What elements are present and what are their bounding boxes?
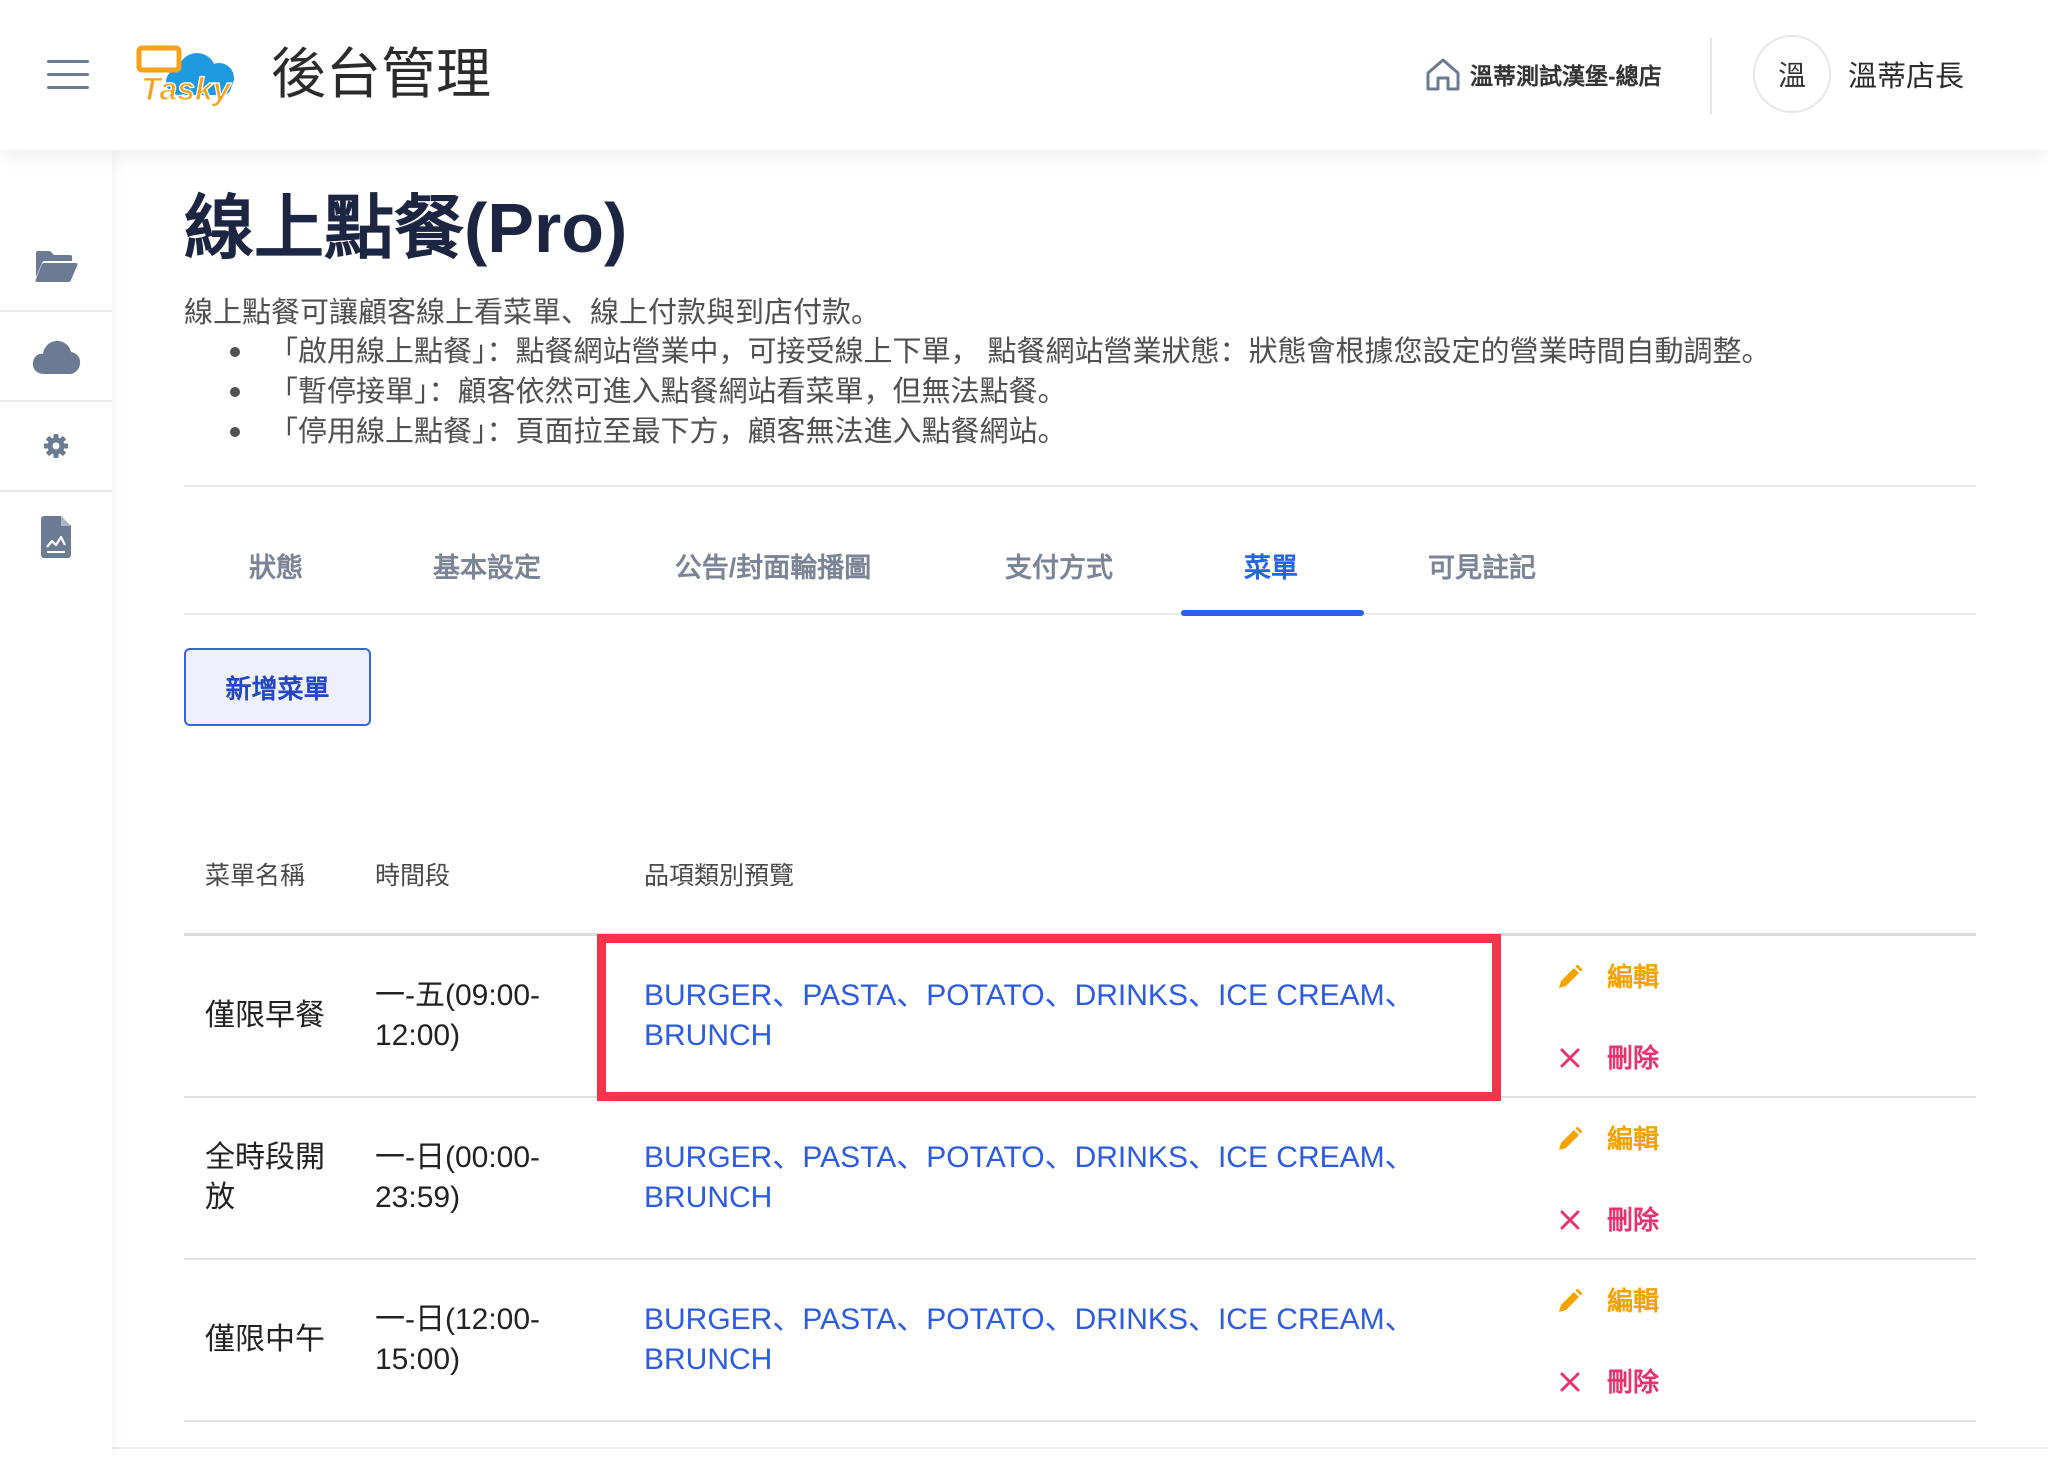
pencil-icon: [1559, 1288, 1583, 1312]
user-menu[interactable]: 溫 溫蒂店長: [1753, 35, 1964, 113]
highlight-annotation-box: [597, 934, 1501, 1101]
category-preview-links[interactable]: BURGER、PASTA、POTATO、DRINKS、ICE CREAM、BRU…: [644, 1300, 1484, 1380]
menu-name: 僅限中午: [205, 1323, 325, 1356]
category-preview-cell: BURGER、PASTA、POTATO、DRINKS、ICE CREAM、BRU…: [644, 1260, 1484, 1420]
category-preview-links[interactable]: BURGER、PASTA、POTATO、DRINKS、ICE CREAM、BRU…: [644, 1138, 1484, 1218]
close-x-icon: [1560, 1048, 1580, 1068]
header-divider: [1710, 38, 1712, 114]
time-range: 一-五(09:00- 12:00): [375, 979, 541, 1052]
tab-announcement-carousel[interactable]: 公告/封面輪播圖: [675, 551, 872, 585]
bullet-dot: [230, 347, 240, 357]
home-icon: [1426, 58, 1460, 91]
add-menu-button[interactable]: 新增菜單: [184, 648, 371, 726]
avatar-initial: 溫: [1777, 60, 1806, 91]
page-description: 線上點餐可讓顧客線上看菜單、線上付款與到店付款。: [184, 297, 881, 329]
column-header-time-range: 時間段: [375, 862, 451, 890]
store-name: 溫蒂測試漢堡-總店: [1470, 63, 1662, 89]
sidebar-item-files[interactable]: [0, 222, 112, 312]
edit-label: 編輯: [1607, 1124, 1660, 1154]
delete-label: 刪除: [1607, 1205, 1660, 1235]
menu-name-cell: 全時段開放: [205, 1098, 335, 1258]
tasky-logo[interactable]: Tasky: [135, 42, 243, 106]
tab-payment-methods[interactable]: 支付方式: [1005, 551, 1113, 585]
pencil-icon: [1559, 1126, 1583, 1150]
edit-button[interactable]: 編輯: [1556, 960, 1659, 994]
close-x-icon: [1560, 1372, 1580, 1392]
tab-bar-baseline: [184, 613, 1976, 615]
report-document-icon: [41, 516, 71, 558]
store-switcher[interactable]: 溫蒂測試漢堡-總店: [1424, 55, 1662, 93]
folder-open-icon: [35, 251, 78, 283]
column-header-category-preview: 品項類別預覽: [644, 862, 795, 890]
time-range: 一-日(00:00- 23:59): [375, 1141, 541, 1214]
time-range: 一-日(12:00- 15:00): [375, 1303, 541, 1376]
sidebar-item-reports[interactable]: [0, 492, 112, 582]
bullet-dot: [230, 427, 240, 437]
delete-label: 刪除: [1607, 1043, 1660, 1073]
avatar: 溫: [1753, 35, 1831, 113]
sidebar-item-cloud[interactable]: [0, 312, 112, 402]
menu-name-cell: 僅限中午: [205, 1260, 335, 1420]
bullet-text: 「暫停接單」：顧客依然可進入點餐網站看菜單，但無法點餐。: [269, 376, 1067, 408]
bullet-text: 「停用線上點餐」：頁面拉至最下方，顧客無法進入點餐網站。: [269, 416, 1067, 448]
app-title: 後台管理: [271, 43, 492, 105]
time-range-cell: 一-日(00:00- 23:59): [375, 1098, 615, 1258]
page-title: 線上點餐(Pro): [184, 189, 628, 267]
tab-visible-notes[interactable]: 可見註記: [1428, 551, 1536, 585]
edit-button[interactable]: 編輯: [1556, 1284, 1659, 1318]
time-range-cell: 一-五(09:00- 12:00): [375, 936, 615, 1096]
table-row: 全時段開放 一-日(00:00- 23:59) BURGER、PASTA、POTA…: [184, 1098, 1976, 1260]
tab-basic-settings[interactable]: 基本設定: [433, 551, 541, 585]
sidebar-item-settings[interactable]: [0, 402, 112, 492]
menu-name-cell: 僅限早餐: [205, 936, 335, 1096]
category-preview-cell: BURGER、PASTA、POTATO、DRINKS、ICE CREAM、BRU…: [644, 1098, 1484, 1258]
bullet-dot: [230, 387, 240, 397]
active-tab-indicator: [1181, 610, 1364, 616]
user-name: 溫蒂店長: [1848, 61, 1965, 93]
cloud-icon: [32, 340, 81, 374]
edit-button[interactable]: 編輯: [1556, 1122, 1659, 1156]
top-header: Tasky 後台管理 溫蒂測試漢堡-總店 溫 溫蒂店長: [0, 0, 2048, 150]
edit-label: 編輯: [1607, 1286, 1660, 1316]
menu-name: 全時段開放: [205, 1141, 325, 1214]
column-header-menu-name: 菜單名稱: [205, 862, 306, 890]
delete-button[interactable]: 刪除: [1556, 1203, 1659, 1237]
gear-icon: [44, 434, 68, 458]
bullet-text: 「啟用線上點餐」：點餐網站營業中，可接受線上下單， 點餐網站營業狀態：狀態會根據…: [269, 336, 1771, 368]
tab-menu[interactable]: 菜單: [1244, 551, 1298, 585]
close-x-icon: [1560, 1210, 1580, 1230]
content-bottom-divider: [112, 1447, 2048, 1449]
delete-label: 刪除: [1607, 1367, 1660, 1397]
table-row: 僅限中午 一-日(12:00- 15:00) BURGER、PASTA、POTAT…: [184, 1260, 1976, 1422]
delete-button[interactable]: 刪除: [1556, 1365, 1659, 1399]
menu-name: 僅限早餐: [205, 999, 325, 1032]
pencil-icon: [1559, 964, 1583, 988]
time-range-cell: 一-日(12:00- 15:00): [375, 1260, 615, 1420]
add-menu-button-label: 新增菜單: [225, 673, 330, 704]
tab-status[interactable]: 狀態: [249, 551, 303, 585]
logo-wordmark: Tasky: [141, 71, 233, 106]
delete-button[interactable]: 刪除: [1556, 1041, 1659, 1075]
sidebar: [0, 150, 112, 1457]
edit-label: 編輯: [1607, 962, 1660, 992]
hamburger-menu-icon[interactable]: [47, 60, 89, 90]
section-divider: [184, 485, 1976, 487]
